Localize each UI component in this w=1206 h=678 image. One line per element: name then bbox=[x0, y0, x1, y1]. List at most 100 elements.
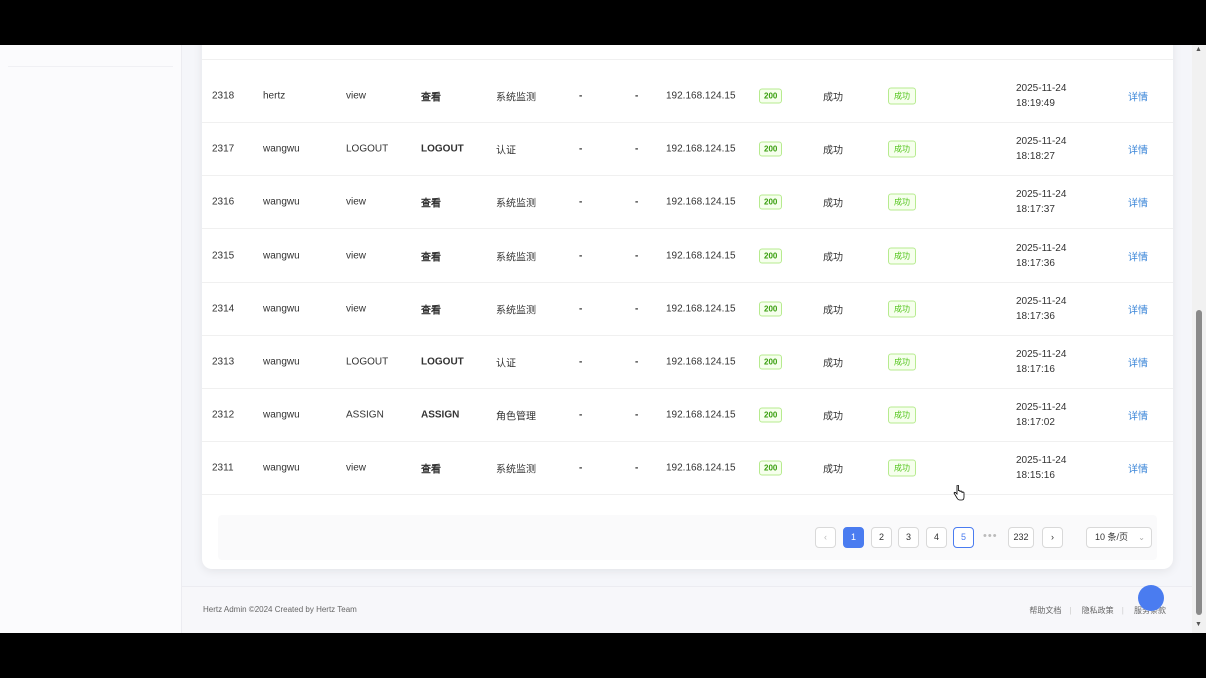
cell-time-line: 18:15:16 bbox=[1016, 470, 1055, 482]
page-button-5[interactable]: 5 bbox=[953, 527, 974, 548]
cell-dash: - bbox=[635, 409, 639, 421]
cell-code: 200 bbox=[759, 301, 783, 317]
cell-dash: - bbox=[579, 303, 583, 315]
cell-code-tag: 200 bbox=[759, 141, 783, 157]
page-button-4[interactable]: 4 bbox=[926, 527, 947, 548]
cell-ip: 192.168.124.15 bbox=[666, 462, 736, 474]
table-row: 2317 wangwu LOGOUT LOGOUT 认证 - - 192.168.124.15… bbox=[202, 123, 1173, 177]
detail-link[interactable]: 详情 bbox=[1128, 195, 1148, 210]
detail-link[interactable]: 详情 bbox=[1128, 301, 1148, 316]
cell-action: view bbox=[346, 303, 367, 315]
footer-copyright: Hertz Admin ©2024 Created by Hertz Team bbox=[203, 605, 357, 614]
cell-date-line: 2025-11-24 bbox=[1016, 402, 1067, 414]
cell-code: 200 bbox=[759, 194, 783, 210]
cell-time: 2025-11-24 18:17:16 bbox=[1016, 347, 1066, 377]
cell-code-tag: 200 bbox=[759, 248, 783, 264]
cell-action: view bbox=[346, 90, 367, 102]
cell-date-line: 2025-11-24 bbox=[1016, 136, 1067, 148]
cell-module: 认证 bbox=[496, 358, 516, 370]
cell-code-tag: 200 bbox=[759, 301, 783, 317]
cell-id: 2314 bbox=[212, 303, 235, 315]
cell-code: 200 bbox=[759, 88, 783, 104]
page-button-last[interactable]: 232 bbox=[1008, 527, 1034, 548]
cell-user: hertz bbox=[263, 90, 286, 102]
scrollbar-thumb[interactable] bbox=[1196, 310, 1202, 615]
detail-link[interactable]: 详情 bbox=[1128, 461, 1148, 476]
cell-id: 2315 bbox=[212, 250, 235, 262]
page-button-3[interactable]: 3 bbox=[898, 527, 919, 548]
cell-status: 成功 bbox=[888, 193, 916, 211]
cell-dash: - bbox=[635, 250, 639, 262]
cell-module: 系统监测 bbox=[496, 198, 536, 210]
cell-module: 系统监测 bbox=[496, 305, 536, 317]
cell-result: 成功 bbox=[823, 305, 843, 317]
prev-page-button[interactable]: ‹ bbox=[815, 527, 836, 548]
cell-time-line: 18:17:36 bbox=[1016, 257, 1055, 269]
cell-code-tag: 200 bbox=[759, 88, 783, 104]
footer-link-privacy[interactable]: 隐私政策 bbox=[1082, 606, 1114, 615]
table-row: 2315 wangwu view 查看 系统监测 - - 192.168.124.15 200 成… bbox=[202, 230, 1173, 283]
page-button-1[interactable]: 1 bbox=[843, 527, 864, 548]
cell-status-tag: 成功 bbox=[888, 247, 916, 265]
cell-action-cn: ASSIGN bbox=[421, 409, 460, 421]
page-scrollbar[interactable]: ▲ ▼ bbox=[1192, 45, 1206, 633]
cell-user: wangwu bbox=[263, 143, 300, 155]
cell-dash: - bbox=[579, 196, 583, 208]
cell-code-tag: 200 bbox=[759, 354, 783, 370]
footer-separator: | bbox=[1121, 606, 1124, 615]
cell-status: 成功 bbox=[888, 140, 916, 158]
cell-user: wangwu bbox=[263, 356, 300, 368]
main-content: 2319hertzview查看系统监测192.168.124.15200成功成功… bbox=[182, 45, 1192, 633]
cell-user: wangwu bbox=[263, 250, 300, 262]
cell-dash: - bbox=[579, 143, 583, 155]
cell-status-tag: 成功 bbox=[888, 353, 916, 371]
cell-dash: - bbox=[635, 303, 639, 315]
cell-time: 2025-11-24 18:17:36 bbox=[1016, 294, 1066, 324]
table-row: 2318 hertz view 查看 系统监测 - - 192.168.124.15 200 成功… bbox=[202, 70, 1173, 123]
cell-code-tag: 200 bbox=[759, 194, 783, 210]
cell-dash: - bbox=[579, 462, 583, 474]
cell-user: wangwu bbox=[263, 409, 300, 421]
cell-result: 成功 bbox=[823, 92, 843, 104]
floating-action-button[interactable] bbox=[1138, 585, 1164, 611]
detail-link[interactable]: 详情 bbox=[1128, 89, 1148, 104]
detail-link[interactable]: 详情 bbox=[1128, 408, 1148, 423]
table-row: 2311 wangwu view 查看 系统监测 - - 192.168.124.15 200 成… bbox=[202, 442, 1173, 496]
cell-status: 成功 bbox=[888, 406, 916, 424]
scroll-up-icon[interactable]: ▲ bbox=[1195, 46, 1202, 53]
detail-link[interactable]: 详情 bbox=[1128, 355, 1148, 370]
footer-separator: | bbox=[1069, 606, 1072, 615]
cell-action-cn: 查看 bbox=[421, 305, 441, 317]
scroll-down-icon[interactable]: ▼ bbox=[1195, 621, 1202, 628]
footer: Hertz Admin ©2024 Created by Hertz Team … bbox=[182, 586, 1192, 633]
cell-user: wangwu bbox=[263, 462, 300, 474]
footer-link-help[interactable]: 帮助文档 bbox=[1029, 606, 1061, 615]
cell-date-line: 2025-11-24 bbox=[1016, 455, 1067, 467]
cell-time-line: 18:17:16 bbox=[1016, 364, 1055, 375]
table-row-partial: 2319hertzview查看系统监测192.168.124.15200成功成功… bbox=[202, 45, 1173, 60]
cell-code: 200 bbox=[759, 407, 783, 423]
page-button-2[interactable]: 2 bbox=[871, 527, 892, 548]
cell-status: 成功 bbox=[888, 459, 916, 477]
detail-link[interactable]: 详情 bbox=[1128, 248, 1148, 263]
cell-time-line: 18:18:27 bbox=[1016, 151, 1055, 163]
cell-dash: - bbox=[635, 462, 639, 474]
cell-ip: 192.168.124.15 bbox=[666, 90, 736, 102]
cell-action-cn: 查看 bbox=[421, 92, 441, 104]
cell-code: 200 bbox=[759, 248, 783, 264]
next-page-button[interactable]: › bbox=[1042, 527, 1063, 548]
cell-id: 2316 bbox=[212, 196, 235, 208]
detail-link[interactable]: 详情 bbox=[1128, 142, 1148, 157]
cell-ip: 192.168.124.15 bbox=[666, 303, 736, 315]
cell-dash: - bbox=[579, 250, 583, 262]
table-row: 2312 wangwu ASSIGN ASSIGN 角色管理 - - 192.168.124.… bbox=[202, 389, 1173, 443]
chevron-down-icon: ⌄ bbox=[1138, 533, 1145, 542]
sidebar-divider bbox=[8, 55, 173, 67]
cell-dash: - bbox=[579, 356, 583, 368]
cell-ip: 192.168.124.15 bbox=[666, 356, 736, 368]
cell-date-line: 2025-11-24 bbox=[1016, 349, 1067, 360]
cell-ip: 192.168.124.15 bbox=[666, 196, 736, 208]
page-ellipsis[interactable]: ••• bbox=[983, 527, 998, 546]
sidebar bbox=[0, 45, 182, 633]
page-size-select[interactable]: 10 条/页 ⌄ bbox=[1086, 527, 1152, 548]
